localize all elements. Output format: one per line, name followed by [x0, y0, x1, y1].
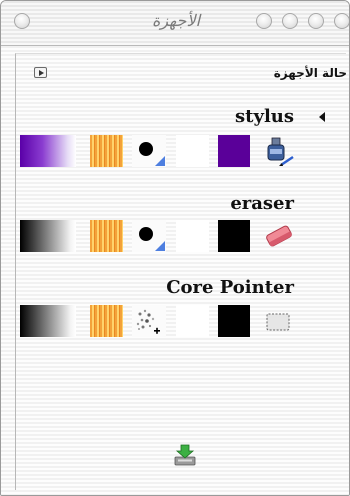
stylus-ink-icon	[267, 137, 294, 167]
stylus-foreground-color-button[interactable]	[218, 135, 250, 167]
save-download-icon[interactable]	[173, 443, 197, 467]
devices-window: الأجهزة حالة الأجهزة stylus eraser Core …	[0, 0, 350, 496]
core-pointer-brush-button[interactable]	[132, 305, 166, 337]
devices-panel	[15, 53, 346, 490]
stylus-brush-button[interactable]	[132, 135, 166, 167]
device-status-label: حالة الأجهزة	[273, 66, 347, 80]
brush-dot-icon	[139, 227, 153, 241]
eraser-pattern-button[interactable]	[90, 220, 123, 252]
core-pointer-foreground-color-button[interactable]	[218, 305, 250, 337]
brush-dot-icon	[139, 142, 153, 156]
core-pointer-pattern-button[interactable]	[90, 305, 123, 337]
shade-button[interactable]	[334, 13, 349, 29]
sparkle-brush-icon	[136, 309, 160, 334]
eraser-brush-button[interactable]	[132, 220, 166, 252]
eraser-background-color-button[interactable]	[176, 220, 209, 252]
device-name-eraser: eraser	[230, 193, 294, 214]
panel-menu-button[interactable]	[34, 67, 47, 78]
device-name-stylus: stylus	[235, 106, 294, 127]
eraser-foreground-color-button[interactable]	[218, 220, 250, 252]
eraser-icon	[266, 225, 292, 247]
brush-corner-icon	[155, 156, 165, 166]
stylus-pattern-button[interactable]	[90, 135, 123, 167]
stylus-gradient-button[interactable]	[20, 135, 76, 167]
maximize-button[interactable]	[282, 13, 298, 29]
device-name-core-pointer: Core Pointer	[166, 277, 294, 298]
stylus-background-color-button[interactable]	[176, 135, 209, 167]
brush-corner-icon	[155, 241, 165, 251]
eraser-gradient-button[interactable]	[20, 220, 76, 252]
title-bar[interactable]: الأجهزة	[1, 1, 349, 46]
core-pointer-gradient-button[interactable]	[20, 305, 76, 337]
close-button[interactable]	[308, 13, 324, 29]
expand-triangle-icon[interactable]	[319, 112, 325, 122]
core-pointer-background-color-button[interactable]	[176, 305, 209, 337]
pointer-device-icon	[266, 313, 290, 331]
minimize-button[interactable]	[256, 13, 272, 29]
